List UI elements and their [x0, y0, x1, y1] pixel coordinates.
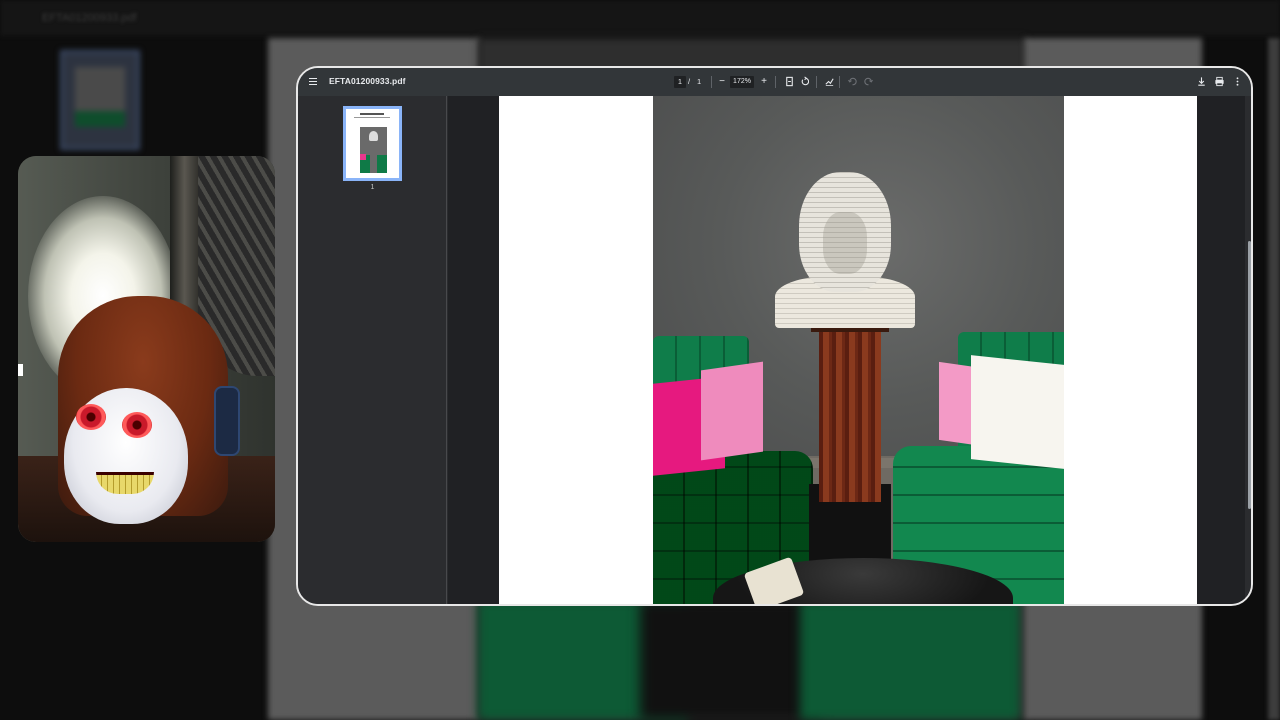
scrollbar-thumb[interactable] [1248, 241, 1251, 509]
total-pages: 1 [697, 77, 702, 86]
more-vert-icon[interactable] [1230, 75, 1244, 89]
document-content-area[interactable] [448, 96, 1245, 604]
page-thumbnail[interactable] [343, 106, 402, 181]
toolbar-divider [711, 76, 712, 88]
background-toolbar [0, 0, 1280, 36]
zoom-out-button[interactable]: − [715, 75, 729, 89]
print-icon[interactable] [1212, 75, 1226, 89]
annotate-icon[interactable] [822, 75, 836, 89]
zoom-in-button[interactable]: + [757, 75, 771, 89]
thumbnail-sidebar: 1 [298, 96, 447, 604]
fit-page-icon[interactable] [782, 75, 796, 89]
document-title: EFTA01200933.pdf [329, 76, 406, 86]
pdf-page [499, 96, 1197, 604]
rotate-icon[interactable] [798, 75, 812, 89]
page-separator: / [688, 77, 691, 86]
webcam-overlay [18, 156, 275, 542]
page-photo [653, 96, 1064, 604]
vertical-scrollbar[interactable] [1246, 96, 1251, 604]
page-number-input[interactable]: 1 [674, 76, 686, 88]
background-thumbnail [60, 50, 140, 150]
toolbar-divider [839, 76, 840, 88]
webcam-headset [214, 386, 240, 456]
webcam-mask-eye-right [122, 412, 152, 438]
thumbnail-page-label: 1 [370, 184, 375, 191]
zoom-level-input[interactable]: 172% [730, 76, 754, 88]
toolbar-divider [775, 76, 776, 88]
download-icon[interactable] [1194, 75, 1208, 89]
white-pillow [971, 355, 1064, 469]
undo-icon[interactable] [845, 75, 859, 89]
webcam-mask-eye-left [76, 404, 106, 430]
hamburger-menu-icon[interactable] [307, 76, 319, 88]
toolbar-divider [816, 76, 817, 88]
thumbnail-image [360, 127, 387, 173]
pdf-viewer-window: EFTA01200933.pdf 1 / 1 − 172% + 1 [296, 66, 1253, 606]
pdf-toolbar: EFTA01200933.pdf 1 / 1 − 172% + [298, 68, 1251, 96]
background-title: EFTA01200933.pdf [42, 12, 137, 24]
redo-icon[interactable] [861, 75, 875, 89]
wooden-pedestal [819, 326, 881, 502]
